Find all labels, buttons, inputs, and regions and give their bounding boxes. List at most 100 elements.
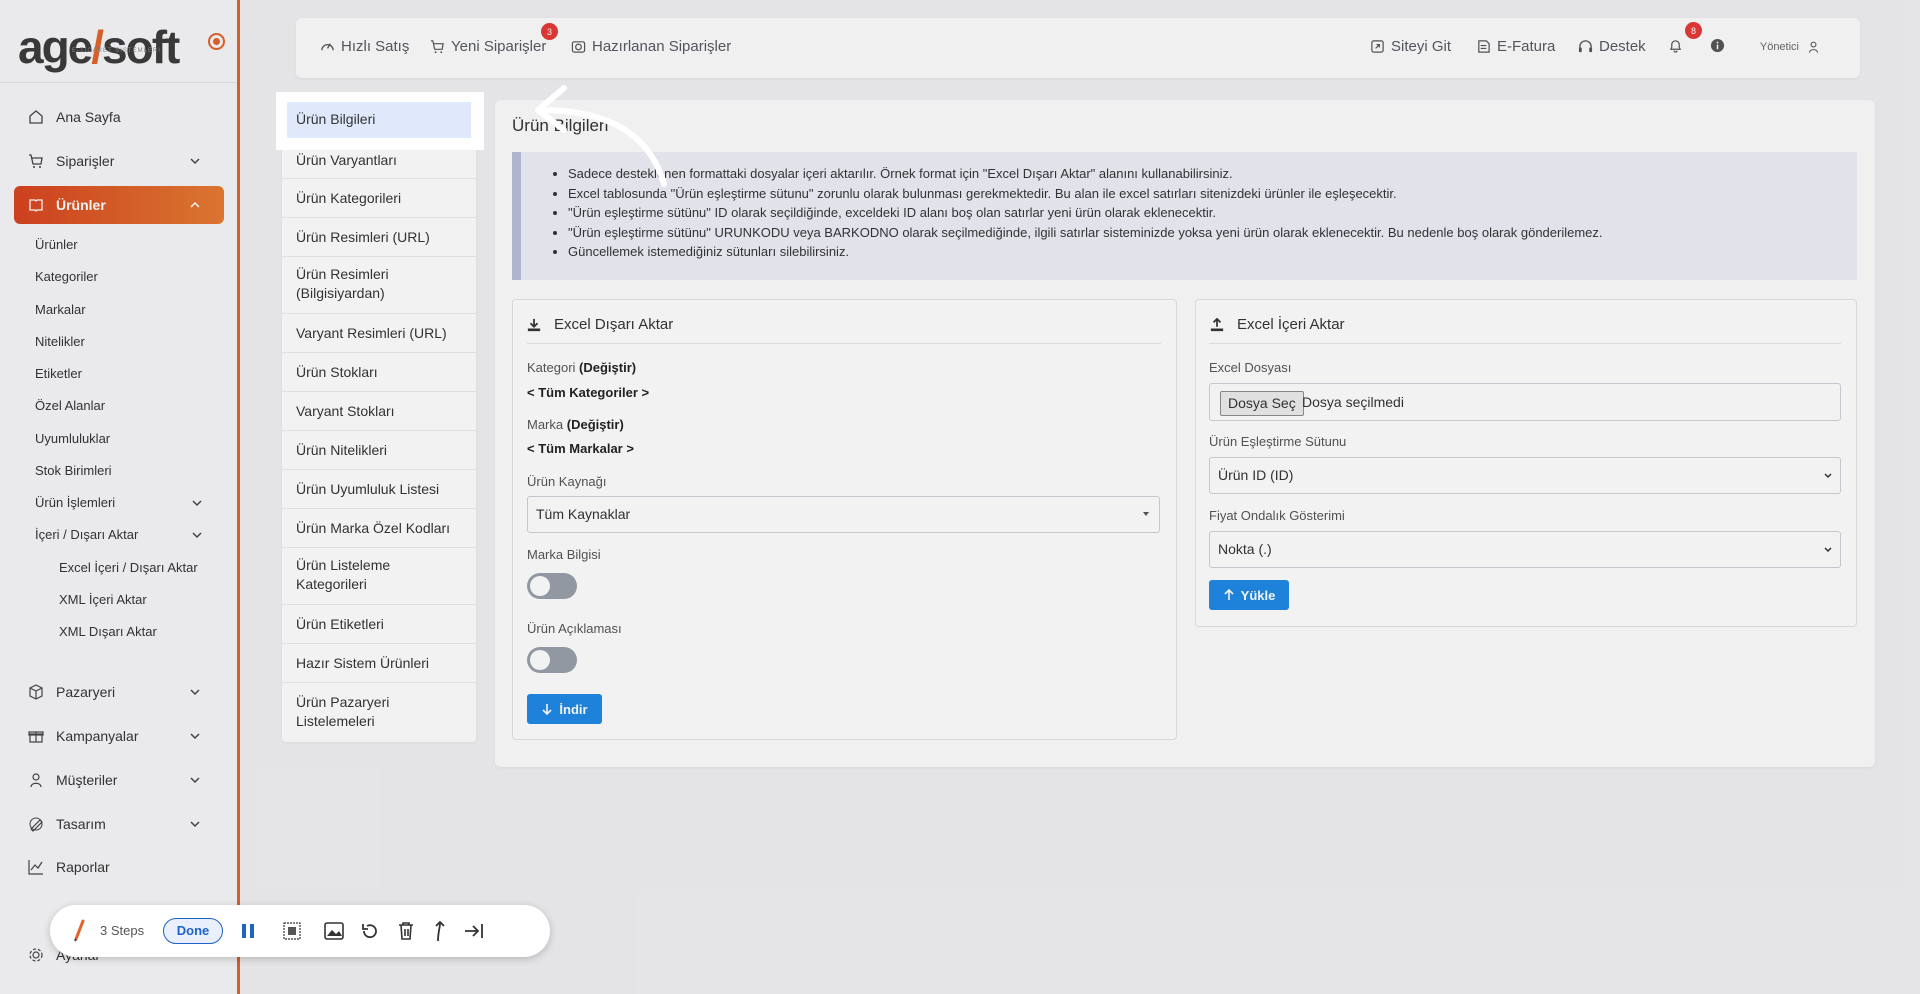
sidebar-item-siparisler[interactable]: Siparişler bbox=[14, 142, 224, 180]
sidebar-item-tasarim[interactable]: Tasarım bbox=[14, 805, 224, 843]
list-item[interactable]: Ürün Marka Özel Kodları bbox=[282, 509, 476, 548]
list-item[interactable]: Ürün Resimleri (Bilgisiyardan) bbox=[282, 257, 476, 314]
user-menu[interactable]: Yönetici bbox=[1760, 40, 1820, 54]
undo-icon[interactable] bbox=[358, 919, 382, 943]
new-orders-link[interactable]: Yeni Siparişler bbox=[430, 38, 546, 55]
target-icon[interactable] bbox=[208, 33, 225, 50]
chevron-down-icon bbox=[190, 821, 200, 828]
sidebar-item-kampanyalar[interactable]: Kampanyalar bbox=[14, 717, 224, 755]
chevron-down-icon bbox=[190, 158, 200, 165]
caret-down-icon bbox=[1143, 512, 1149, 516]
choose-file-button[interactable]: Dosya Seç bbox=[1220, 391, 1304, 416]
chevron-down-icon bbox=[1824, 547, 1832, 553]
skip-icon[interactable] bbox=[462, 919, 486, 943]
sidebar-sub-nitelikler[interactable]: Nitelikler bbox=[35, 334, 85, 349]
sidebar-sub-xml-disari[interactable]: XML Dışarı Aktar bbox=[59, 624, 157, 639]
excel-file-input[interactable]: Dosya Seç Dosya seçilmedi bbox=[1209, 383, 1841, 421]
marka-value: < Tüm Markalar > bbox=[527, 441, 634, 456]
notifications-badge: 8 bbox=[1685, 22, 1702, 39]
arrow-up-curve-icon[interactable] bbox=[428, 919, 452, 943]
urun-aciklamasi-toggle[interactable] bbox=[527, 647, 577, 673]
visit-site-link[interactable]: Siteyi Git bbox=[1370, 38, 1451, 55]
einvoice-link[interactable]: E-Fatura bbox=[1476, 38, 1555, 55]
list-item[interactable]: Ürün Nitelikleri bbox=[282, 431, 476, 470]
sidebar-sub-urun-islemleri[interactable]: Ürün İşlemleri bbox=[35, 495, 202, 510]
sidebar-sub-kategoriler[interactable]: Kategoriler bbox=[35, 269, 98, 284]
support-link[interactable]: Destek bbox=[1578, 38, 1646, 55]
home-icon bbox=[28, 109, 44, 125]
sidebar-item-raporlar[interactable]: Raporlar bbox=[14, 848, 224, 886]
quick-sale-link[interactable]: Hızlı Satış bbox=[320, 38, 409, 55]
eslestirme-select[interactable]: Ürün ID (ID) bbox=[1209, 457, 1841, 494]
list-item[interactable]: Varyant Stokları bbox=[282, 392, 476, 431]
eslestirme-label: Ürün Eşleştirme Sütunu bbox=[1209, 434, 1347, 449]
chevron-down-icon bbox=[190, 777, 200, 784]
list-item[interactable]: Ürün Pazaryeri Listelemeleri bbox=[282, 683, 476, 742]
ondalik-label: Fiyat Ondalık Gösterimi bbox=[1209, 508, 1345, 523]
image-icon[interactable] bbox=[322, 919, 346, 943]
pause-icon[interactable] bbox=[236, 919, 260, 943]
logo-subtitle: E-TICARET SISTEMLERI bbox=[72, 48, 161, 54]
divider bbox=[1209, 343, 1841, 344]
brush-icon bbox=[28, 816, 44, 832]
sidebar-sub-urunler[interactable]: Ürünler bbox=[35, 237, 78, 252]
info-icon bbox=[1710, 38, 1725, 53]
sidebar-sub-iceri-disari[interactable]: İçeri / Dışarı Aktar bbox=[35, 527, 202, 542]
divider bbox=[0, 82, 237, 83]
sidebar-item-pazaryeri[interactable]: Pazaryeri bbox=[14, 673, 224, 711]
download-button[interactable]: İndir bbox=[527, 694, 602, 724]
info-line: "Ürün eşleştirme sütünu" ID olarak seçil… bbox=[568, 203, 1848, 223]
list-item-urun-bilgileri[interactable]: Ürün Bilgileri bbox=[287, 102, 471, 138]
kategori-value: < Tüm Kategoriler > bbox=[527, 385, 650, 400]
list-item[interactable]: Varyant Resimleri (URL) bbox=[282, 314, 476, 353]
upload-icon bbox=[1210, 317, 1224, 331]
sidebar-item-ana-sayfa[interactable]: Ana Sayfa bbox=[14, 98, 224, 136]
pen-icon[interactable] bbox=[66, 917, 92, 943]
info-line: Güncellemek istemediğiniz sütunları sile… bbox=[568, 242, 1848, 262]
recorder-toolbar: 3 Steps Done bbox=[50, 905, 550, 957]
ondalik-select[interactable]: Nokta (.) bbox=[1209, 531, 1841, 568]
change-marka-link[interactable]: (Değiştir) bbox=[567, 417, 624, 432]
user-icon bbox=[1808, 41, 1819, 53]
file-status: Dosya seçilmedi bbox=[1302, 394, 1404, 410]
arrow-up-icon bbox=[1224, 589, 1234, 600]
upload-button[interactable]: Yükle bbox=[1209, 580, 1289, 610]
sidebar-item-musteriler[interactable]: Müşteriler bbox=[14, 761, 224, 799]
chevron-up-icon bbox=[190, 201, 200, 208]
chevron-down-icon bbox=[192, 532, 202, 539]
sidebar-sub-xml-iceri[interactable]: XML İçeri Aktar bbox=[59, 592, 147, 607]
chevron-down-icon bbox=[1824, 473, 1832, 479]
marka-bilgisi-toggle[interactable] bbox=[527, 573, 577, 599]
sidebar-sub-stok-birimleri[interactable]: Stok Birimleri bbox=[35, 463, 112, 478]
sidebar-sub-markalar[interactable]: Markalar bbox=[35, 302, 86, 317]
done-button[interactable]: Done bbox=[163, 918, 223, 944]
sidebar-item-urunler[interactable]: Ürünler bbox=[14, 186, 224, 224]
list-item[interactable]: Ürün Etiketleri bbox=[282, 605, 476, 644]
trash-icon[interactable] bbox=[394, 919, 418, 943]
gift-icon bbox=[28, 728, 44, 744]
marka-bilgisi-label: Marka Bilgisi bbox=[527, 547, 601, 562]
sidebar-sub-uyumluluklar[interactable]: Uyumluluklar bbox=[35, 431, 110, 446]
download-icon bbox=[527, 318, 541, 331]
blur-icon[interactable] bbox=[280, 919, 304, 943]
list-item[interactable]: Hazır Sistem Ürünleri bbox=[282, 644, 476, 683]
sidebar-sub-excel[interactable]: Excel İçeri / Dışarı Aktar bbox=[59, 560, 198, 575]
gear-icon bbox=[28, 947, 44, 963]
change-kategori-link[interactable]: (Değiştir) bbox=[579, 360, 636, 375]
list-item[interactable]: Ürün Resimleri (URL) bbox=[282, 218, 476, 257]
logo[interactable]: age/soft bbox=[18, 20, 180, 74]
import-card-title: Excel İçeri Aktar bbox=[1210, 316, 1345, 333]
kaynak-select[interactable]: Tüm Kaynaklar bbox=[527, 496, 1160, 533]
speedometer-icon bbox=[321, 43, 334, 51]
list-item[interactable]: Ürün Listeleme Kategorileri bbox=[282, 548, 476, 605]
cart-icon bbox=[430, 40, 444, 54]
prepared-orders-link[interactable]: Hazırlanan Siparişler bbox=[571, 38, 731, 55]
list-item[interactable]: Ürün Uyumluluk Listesi bbox=[282, 470, 476, 509]
sidebar-sub-etiketler[interactable]: Etiketler bbox=[35, 366, 82, 381]
list-item[interactable]: Ürün Kategorileri bbox=[282, 179, 476, 218]
chart-icon bbox=[28, 859, 44, 875]
info-button[interactable] bbox=[1710, 38, 1731, 53]
notifications-button[interactable] bbox=[1668, 38, 1689, 53]
sidebar-sub-ozel-alanlar[interactable]: Özel Alanlar bbox=[35, 398, 105, 413]
list-item[interactable]: Ürün Stokları bbox=[282, 353, 476, 392]
